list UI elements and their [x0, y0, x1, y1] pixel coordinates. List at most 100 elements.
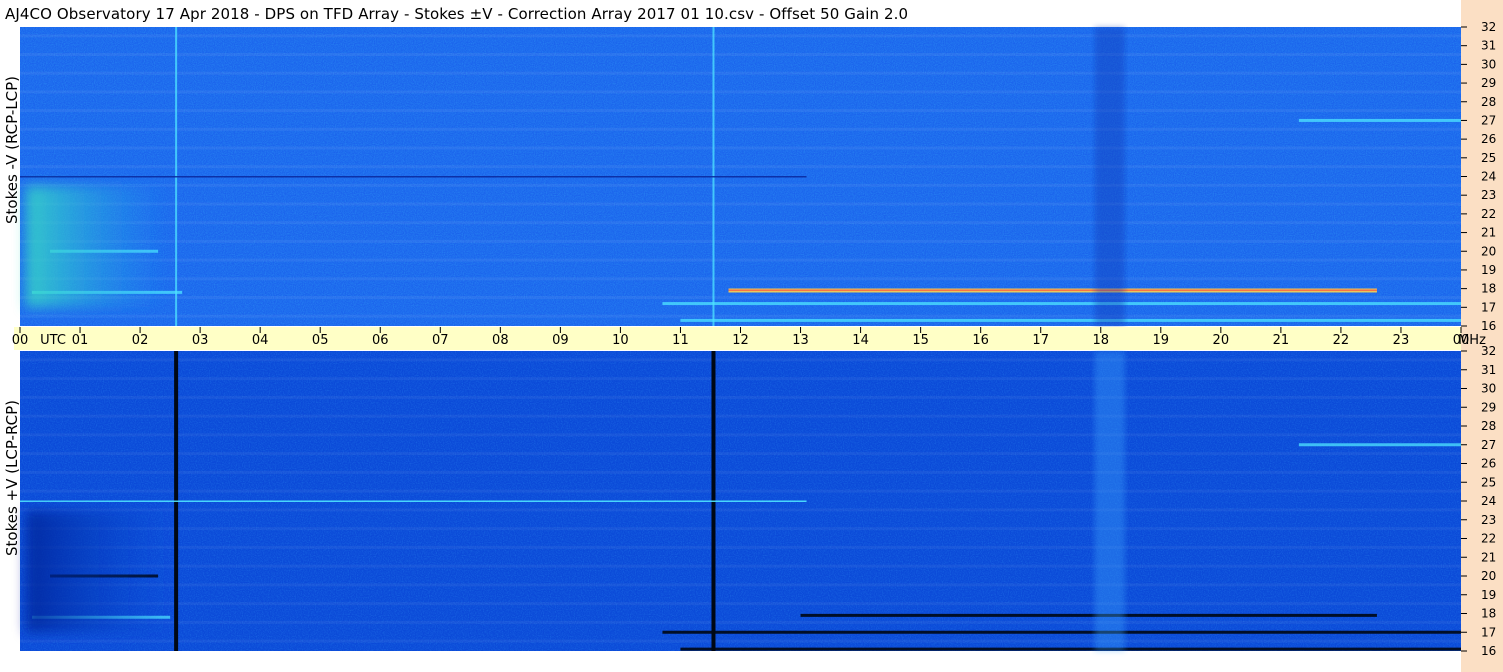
time-tick-label: 00	[12, 333, 29, 348]
time-tick-label: UTC	[40, 333, 66, 348]
freq-stripe	[20, 239, 1461, 243]
vertical-band-mark	[1094, 351, 1125, 651]
vertical-band-mark	[1094, 27, 1125, 326]
freq-stripe	[20, 221, 1461, 225]
time-tick-label: 08	[492, 333, 509, 348]
freq-tick-label: 27	[1481, 438, 1496, 452]
freq-tick-label: 27	[1481, 113, 1496, 127]
freq-tick-label: 24	[1481, 494, 1496, 508]
time-tick-label: 04	[252, 333, 269, 348]
diffuse-patch-mark	[26, 185, 171, 308]
freq-tick-label: 26	[1481, 132, 1496, 146]
time-tick-label: 01	[72, 333, 89, 348]
freq-stripe	[20, 202, 1461, 206]
time-tick-label: 18	[1092, 333, 1109, 348]
freq-stripe	[20, 146, 1461, 150]
freq-stripe	[20, 71, 1461, 75]
freq-stripe	[20, 90, 1461, 94]
horizontal-band-mark	[662, 302, 1461, 306]
freq-tick-label: 31	[1481, 39, 1496, 53]
freq-stripe	[20, 470, 1461, 474]
freq-tick-label: 30	[1481, 382, 1496, 396]
freq-stripe	[20, 34, 1461, 38]
time-tick-label: 16	[972, 333, 989, 348]
time-tick-label: 09	[552, 333, 569, 348]
freq-tick-label: 29	[1481, 400, 1496, 414]
freq-stripe	[20, 527, 1461, 531]
freq-stripe	[20, 433, 1461, 437]
freq-tick-label: 25	[1481, 475, 1496, 489]
horizontal-band-mark	[662, 630, 1461, 634]
horizontal-line-mark	[20, 176, 807, 178]
freq-stripe	[20, 53, 1461, 57]
freq-tick-label: 19	[1481, 588, 1496, 602]
freq-tick-label: 32	[1481, 20, 1496, 34]
freq-stripe	[20, 377, 1461, 381]
time-tick-label: 19	[1153, 333, 1170, 348]
horizontal-band-core	[728, 289, 1377, 291]
time-tick-label: MHz	[1458, 333, 1486, 348]
time-tick-label: 12	[732, 333, 749, 348]
freq-stripe	[20, 395, 1461, 399]
freq-stripe	[20, 183, 1461, 187]
freq-stripe	[20, 127, 1461, 131]
horizontal-band-mark	[680, 647, 1461, 651]
time-tick-label: 22	[1333, 333, 1350, 348]
freq-tick-label: 26	[1481, 457, 1496, 471]
horizontal-band-mark	[1298, 443, 1461, 447]
time-tick-label: 02	[132, 333, 149, 348]
freq-tick-label: 28	[1481, 95, 1496, 109]
top-panel: 32 31 30 29 28 27 26 25 24 23 22 21 20 19 18 17 16	[20, 20, 1496, 333]
freq-stripe	[20, 109, 1461, 113]
time-tick-label: 03	[192, 333, 209, 348]
time-tick-label: 21	[1273, 333, 1290, 348]
horizontal-band-mark	[800, 613, 1377, 617]
freq-tick-label: 28	[1481, 419, 1496, 433]
freq-tick-label: 18	[1481, 607, 1496, 621]
freq-stripe	[20, 414, 1461, 418]
freq-tick-label: 20	[1481, 244, 1496, 258]
time-tick-label: 06	[372, 333, 389, 348]
freq-tick-label: 16	[1481, 319, 1496, 333]
horizontal-line-mark	[20, 500, 807, 502]
freq-stripe	[20, 489, 1461, 493]
freq-stripe	[20, 602, 1461, 606]
horizontal-band-mark	[680, 318, 1461, 322]
freq-stripe	[20, 165, 1461, 169]
freq-stripe	[20, 277, 1461, 281]
freq-tick-label: 29	[1481, 76, 1496, 90]
bottom-panel: 3231302928272625242322212019181716	[20, 344, 1496, 658]
freq-tick-label: 25	[1481, 151, 1496, 165]
freq-tick-label: 22	[1481, 532, 1496, 546]
horizontal-band-mark	[1298, 118, 1461, 122]
freq-tick-label: 19	[1481, 263, 1496, 277]
freq-stripe	[20, 452, 1461, 456]
freq-tick-label: 23	[1481, 513, 1496, 527]
freq-stripe	[20, 639, 1461, 643]
time-tick-label: 17	[1032, 333, 1049, 348]
freq-tick-label: 23	[1481, 188, 1496, 202]
time-tick-label: 11	[672, 333, 689, 348]
freq-stripe	[20, 295, 1461, 299]
time-tick-label: 20	[1213, 333, 1230, 348]
diffuse-patch-mark	[26, 510, 171, 633]
time-tick-label: 23	[1393, 333, 1410, 348]
freq-stripe	[20, 258, 1461, 262]
freq-stripe	[20, 358, 1461, 362]
time-tick-label: 05	[312, 333, 329, 348]
time-tick-label: 14	[852, 333, 869, 348]
freq-tick-label: 31	[1481, 363, 1496, 377]
freq-tick-label: 18	[1481, 282, 1496, 296]
freq-tick-label: 21	[1481, 550, 1496, 564]
freq-tick-label: 22	[1481, 207, 1496, 221]
spectrogram-plot: 3231302928272625242322212019181716323130…	[12, 20, 1497, 658]
freq-tick-label: 24	[1481, 170, 1496, 184]
freq-tick-label: 17	[1481, 300, 1496, 314]
freq-tick-label: 20	[1481, 569, 1496, 583]
freq-tick-label: 30	[1481, 57, 1496, 71]
time-tick-label: 13	[792, 333, 809, 348]
freq-tick-label: 17	[1481, 625, 1496, 639]
freq-tick-label: 16	[1481, 644, 1496, 658]
freq-tick-label: 21	[1481, 226, 1496, 240]
time-tick-label: 10	[612, 333, 629, 348]
